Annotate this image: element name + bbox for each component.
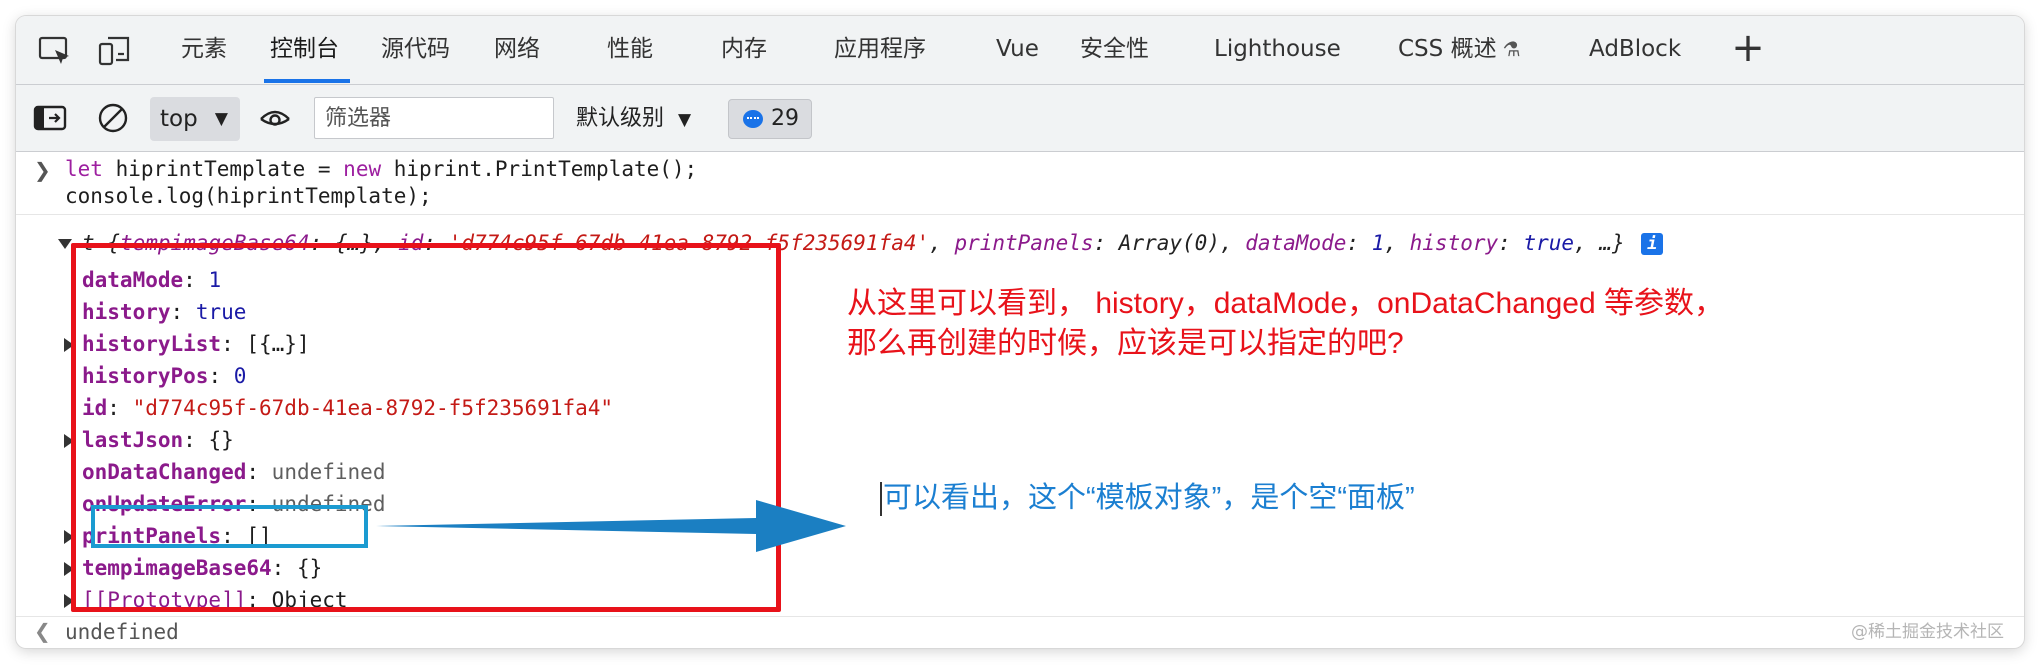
devtools-tabbar: 元素 控制台 源代码 网络 性能 内存 应用程序 Vue 安全性 Lightho… [16,16,2024,85]
tab-lighthouse[interactable]: Lighthouse [1214,16,1341,84]
summary-value: 1 [1371,231,1385,255]
info-icon[interactable]: i [1641,233,1664,255]
log-level-value: 默认级别 [576,106,665,131]
code-text: hiprint.PrintTemplate(); [393,157,698,181]
console-input-entry: ❯ let hiprintTemplate = new hiprint.Prin… [16,152,2024,215]
annotation-blue-text: 可以看出，这个“模板对象”，是个空“面板” [883,482,1415,514]
result-chevron-icon: ❮ [34,619,51,643]
clear-console-icon[interactable] [94,99,132,137]
tab-network[interactable]: 网络 [494,16,540,84]
summary-value: : Array(0), [1093,231,1246,255]
prompt-chevron-icon: ❯ [34,158,51,182]
annotation-red-line-1: 从这里可以看到， history，dataMode，onDataChanged … [847,287,1724,320]
annotation-red-line-2: 那么再创建的时候，应该是可以指定的吧? [847,327,1404,360]
device-toolbar-icon[interactable] [96,32,134,70]
message-bubble-icon [743,110,763,128]
caret-down-icon: ▼ [678,110,692,130]
tab-adblock[interactable]: AdBlock [1589,16,1681,84]
tab-application[interactable]: 应用程序 [834,16,926,84]
summary-suffix: , …} [1574,231,1625,255]
summary-key: history [1409,231,1499,255]
text-caret [880,482,882,516]
console-toolbar: top ▼ 默认级别 ▼ 29 [16,85,2024,152]
keyword: let [65,157,103,181]
tab-console[interactable]: 控制台 [270,16,339,84]
caret-down-icon: ▼ [214,109,228,129]
code-text: console.log(hiprintTemplate); [65,184,432,208]
annotation-red-highlight-box [71,243,781,612]
tab-css-overview-label: CSS 概述 [1398,36,1497,62]
tab-performance[interactable]: 性能 [607,16,653,84]
console-result-entry: ❮ undefined [16,617,2024,648]
context-select-value: top [160,106,198,132]
tab-memory[interactable]: 内存 [721,16,767,84]
annotation-blue-highlight-box [91,505,368,548]
filter-input[interactable] [314,97,554,139]
context-select[interactable]: top ▼ [150,97,240,141]
tab-sources[interactable]: 源代码 [381,16,450,84]
keyword: new [343,157,382,181]
devtools-window: 元素 控制台 源代码 网络 性能 内存 应用程序 Vue 安全性 Lightho… [16,16,2024,648]
summary-key: dataMode [1245,231,1347,255]
code-line-2[interactable]: console.log(hiprintTemplate); [65,183,432,210]
watermark: @稀土掘金技术社区 [1851,622,2004,642]
code-text: hiprintTemplate = [115,157,344,181]
tab-vue[interactable]: Vue [996,16,1039,84]
eye-icon[interactable] [256,99,294,137]
active-tab-indicator [264,79,350,83]
sidebar-toggle-icon[interactable] [31,99,69,137]
tab-css-overview[interactable]: CSS 概述 ⚗ [1398,16,1521,84]
plus-icon[interactable]: + [1726,26,1770,70]
summary-key: printPanels [954,231,1094,255]
issues-count: 29 [771,106,799,131]
annotation-arrow [376,500,846,552]
tab-security[interactable]: 安全性 [1080,16,1149,84]
log-level-select[interactable]: 默认级别 ▼ [576,97,691,141]
issues-counter-button[interactable]: 29 [728,99,812,139]
inspect-element-icon[interactable] [36,32,74,70]
tab-elements[interactable]: 元素 [181,16,227,84]
annotation-red-text: 从这里可以看到， history，dataMode，onDataChanged … [847,284,1724,364]
summary-value: true [1523,231,1575,255]
beaker-icon: ⚗ [1502,37,1521,61]
expand-triangle-icon[interactable] [58,239,72,249]
result-value: undefined [65,620,179,644]
code-line-1[interactable]: let hiprintTemplate = new hiprint.PrintT… [65,156,697,183]
